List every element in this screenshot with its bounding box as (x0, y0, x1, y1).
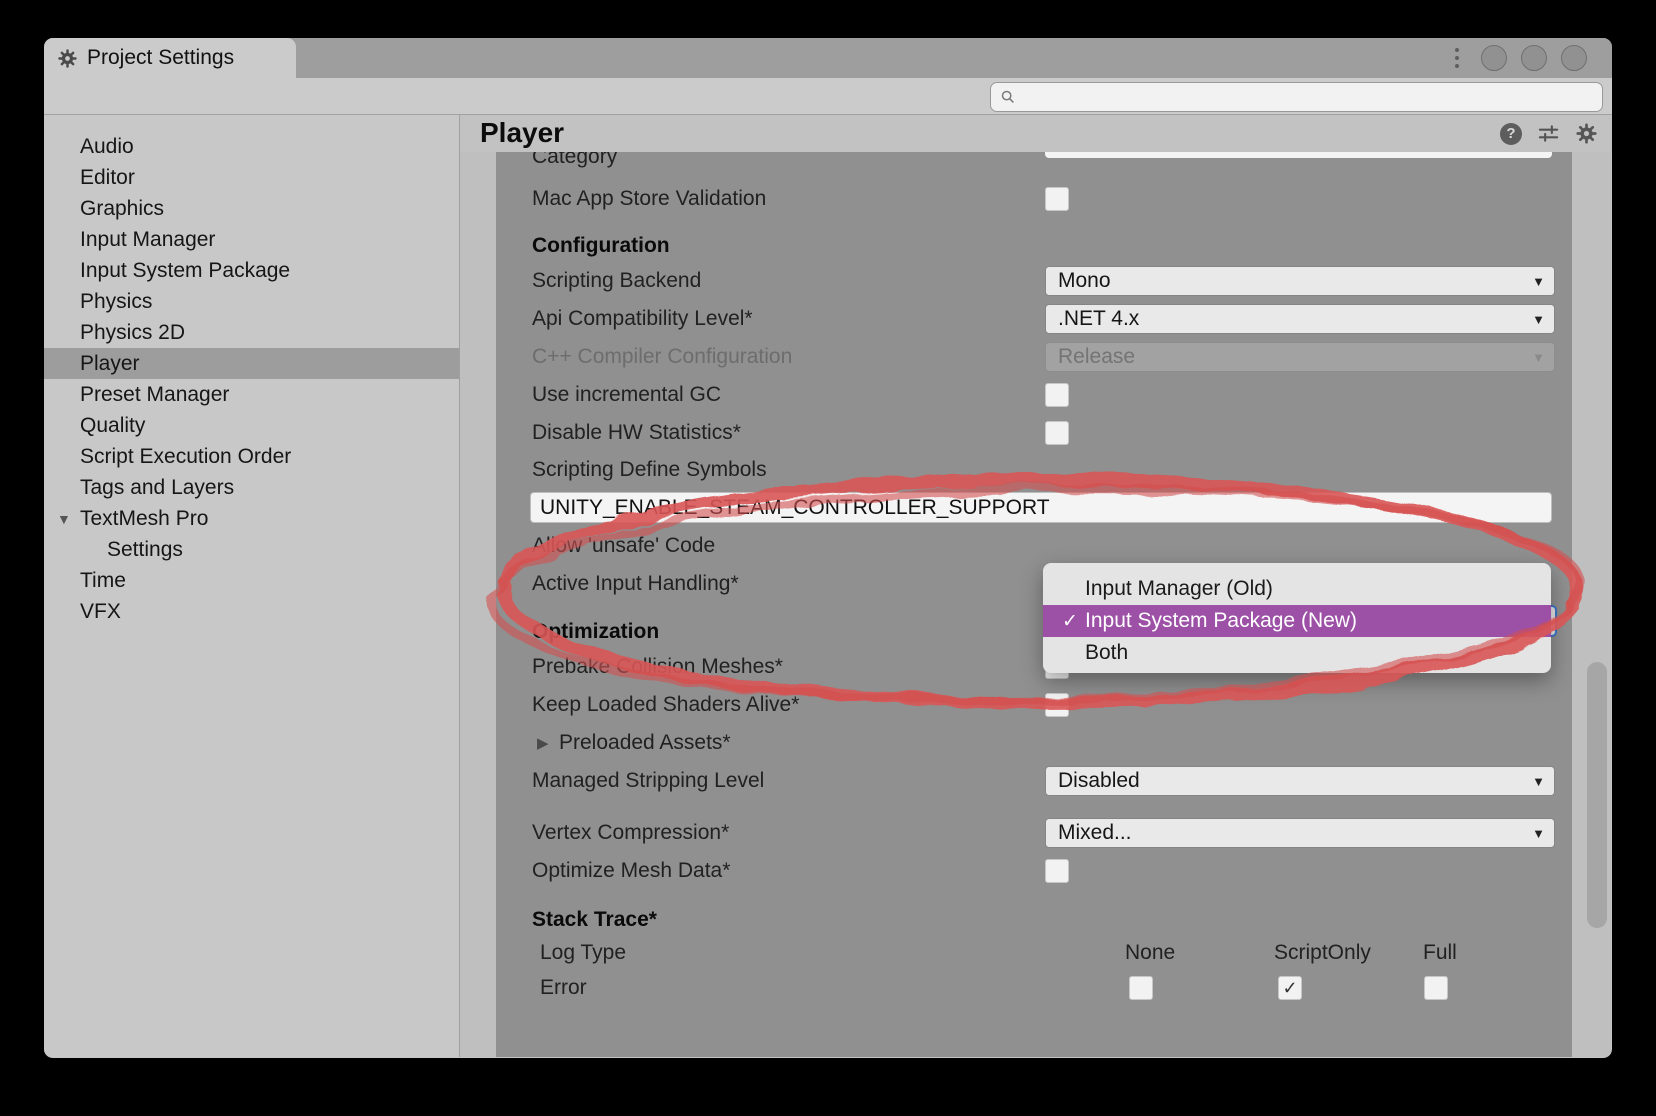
use-incremental-gc-checkbox[interactable] (1045, 383, 1069, 407)
field-row-preloaded-assets: ▶ Preloaded Assets* (496, 724, 1572, 762)
category-field[interactable]: public.app-category.games (1045, 152, 1552, 158)
tab-title: Project Settings (87, 46, 234, 70)
field-row-allow-unsafe-code: Allow 'unsafe' Code (496, 527, 1572, 565)
sidebar-item-graphics[interactable]: Graphics (44, 193, 459, 224)
sidebar-item-player[interactable]: Player (44, 348, 459, 379)
error-full-checkbox[interactable] (1424, 976, 1448, 1000)
menu-item-input-manager-old[interactable]: ✓ Input Manager (Old) (1043, 573, 1551, 605)
chevron-down-icon: ▼ (1532, 826, 1545, 841)
project-settings-window: Project Settings Audio (44, 38, 1612, 1058)
field-row-vertex-compression: Vertex Compression* Mixed... ▼ (496, 814, 1572, 852)
sidebar-item-editor[interactable]: Editor (44, 162, 459, 193)
menu-item-both[interactable]: ✓ Both (1043, 637, 1551, 669)
chevron-down-icon: ▼ (1532, 312, 1545, 327)
cpp-compiler-dropdown: Release ▼ (1045, 342, 1555, 372)
sidebar-item-input-manager[interactable]: Input Manager (44, 224, 459, 255)
field-row-category: Category public.app-category.games (496, 152, 1572, 176)
sidebar-item-tmp-settings[interactable]: Settings (44, 534, 459, 565)
sidebar-item-textmesh-pro[interactable]: ▼ TextMesh Pro (44, 503, 459, 534)
window-button-3[interactable] (1561, 45, 1587, 71)
toolbar (44, 78, 1612, 115)
chevron-down-icon: ▼ (1532, 350, 1545, 365)
field-row-scripting-backend: Scripting Backend Mono ▼ (496, 262, 1572, 300)
scrollbar-track[interactable] (1572, 152, 1611, 1057)
page-title: Player (480, 117, 564, 149)
field-row-mac-app-store-validation: Mac App Store Validation (496, 180, 1572, 218)
sidebar-item-time[interactable]: Time (44, 565, 459, 596)
sidebar-item-vfx[interactable]: VFX (44, 596, 459, 627)
sidebar-item-preset-manager[interactable]: Preset Manager (44, 379, 459, 410)
section-configuration: Configuration (496, 227, 1572, 265)
scripting-backend-dropdown[interactable]: Mono ▼ (1045, 266, 1555, 296)
search-input[interactable] (990, 82, 1603, 112)
field-row-use-incremental-gc: Use incremental GC (496, 376, 1572, 414)
sidebar-item-input-system-package[interactable]: Input System Package (44, 255, 459, 286)
field-row-optimize-mesh-data: Optimize Mesh Data* (496, 852, 1572, 890)
optimize-mesh-data-checkbox[interactable] (1045, 859, 1069, 883)
scrollbar-thumb[interactable] (1587, 662, 1607, 928)
keep-loaded-shaders-alive-checkbox[interactable] (1045, 693, 1069, 717)
help-icon[interactable]: ? (1500, 123, 1522, 145)
vertex-compression-dropdown[interactable]: Mixed... ▼ (1045, 818, 1555, 848)
sidebar-item-script-execution-order[interactable]: Script Execution Order (44, 441, 459, 472)
presets-icon[interactable] (1537, 122, 1560, 145)
checkmark-icon: ✓ (1055, 610, 1085, 633)
managed-stripping-level-dropdown[interactable]: Disabled ▼ (1045, 766, 1555, 796)
screenshot-frame: Project Settings Audio (0, 0, 1656, 1116)
window-controls (1455, 38, 1587, 78)
field-row-keep-loaded-shaders-alive: Keep Loaded Shaders Alive* (496, 686, 1572, 724)
field-row-scripting-define-symbols: Scripting Define Symbols (496, 451, 1572, 489)
field-row-api-compatibility: Api Compatibility Level* .NET 4.x ▼ (496, 300, 1572, 338)
sidebar-item-quality[interactable]: Quality (44, 410, 459, 441)
disable-hw-statistics-checkbox[interactable] (1045, 421, 1069, 445)
sidebar-item-physics-2d[interactable]: Physics 2D (44, 317, 459, 348)
settings-gear-icon[interactable] (1575, 122, 1598, 145)
scripting-define-symbols-input[interactable]: UNITY_ENABLE_STEAM_CONTROLLER_SUPPORT (530, 492, 1552, 523)
active-input-handling-menu: ✓ Input Manager (Old) ✓ Input System Pac… (1043, 563, 1551, 673)
window-button-2[interactable] (1521, 45, 1547, 71)
menu-item-input-system-package-new[interactable]: ✓ Input System Package (New) (1043, 605, 1551, 637)
chevron-down-icon: ▼ (1532, 774, 1545, 789)
main-header: Player ? (460, 115, 1612, 152)
mac-app-store-validation-checkbox[interactable] (1045, 187, 1069, 211)
sidebar-item-audio[interactable]: Audio (44, 131, 459, 162)
column-header-full: Full (1423, 941, 1457, 965)
player-settings-panel: Category public.app-category.games Mac A… (496, 152, 1572, 1057)
category-label: Category (532, 152, 617, 169)
tab-project-settings[interactable]: Project Settings (44, 38, 296, 78)
error-none-checkbox[interactable] (1129, 976, 1153, 1000)
settings-sidebar: Audio Editor Graphics Input Manager Inpu… (44, 115, 460, 1057)
column-header-none: None (1125, 941, 1175, 965)
search-icon (999, 88, 1017, 106)
api-compatibility-dropdown[interactable]: .NET 4.x ▼ (1045, 304, 1555, 334)
foldout-expanded-icon[interactable]: ▼ (57, 511, 71, 527)
field-row-managed-stripping-level: Managed Stripping Level Disabled ▼ (496, 762, 1572, 800)
titlebar: Project Settings (44, 38, 1612, 78)
gear-icon (57, 48, 78, 69)
window-button-1[interactable] (1481, 45, 1507, 71)
row-error-stack-trace: Error ✓ (496, 969, 1572, 1007)
sidebar-item-tags-and-layers[interactable]: Tags and Layers (44, 472, 459, 503)
row-log-type-header: Log Type None ScriptOnly Full (496, 934, 1572, 972)
column-header-scriptonly: ScriptOnly (1274, 941, 1371, 965)
chevron-down-icon: ▼ (1532, 274, 1545, 289)
error-scriptonly-checkbox[interactable]: ✓ (1278, 976, 1302, 1000)
sidebar-item-physics[interactable]: Physics (44, 286, 459, 317)
field-row-cpp-compiler: C++ Compiler Configuration Release ▼ (496, 338, 1572, 376)
field-row-disable-hw-statistics: Disable HW Statistics* (496, 414, 1572, 452)
foldout-collapsed-icon[interactable]: ▶ (537, 734, 549, 752)
content-left-gutter (460, 152, 496, 1057)
kebab-menu-icon[interactable] (1455, 48, 1459, 68)
